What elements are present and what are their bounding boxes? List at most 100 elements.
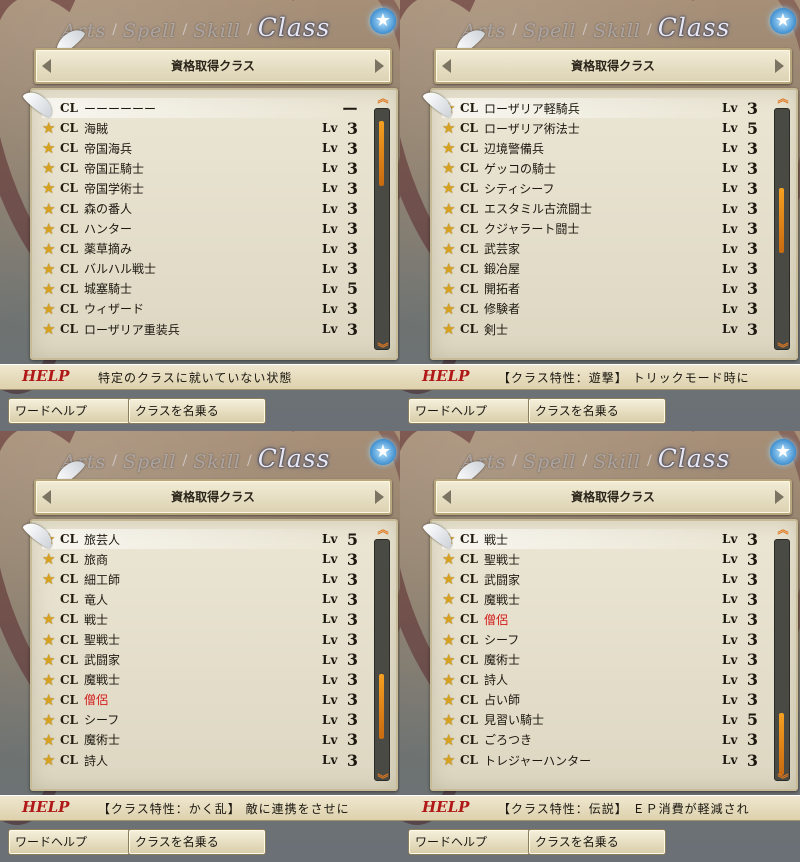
- category-header[interactable]: 資格取得クラス: [434, 479, 792, 515]
- class-row[interactable]: ★ CL シーフ Lv 3: [442, 629, 758, 649]
- class-row[interactable]: ★ CL 詩人 Lv 3: [42, 750, 358, 770]
- word-help-button[interactable]: ワードヘルプ: [408, 398, 530, 424]
- category-header[interactable]: 資格取得クラス: [434, 48, 792, 84]
- level-prefix: Lv: [722, 732, 738, 747]
- class-row[interactable]: ★ CL 武闘家 Lv 3: [442, 569, 758, 589]
- class-row[interactable]: ★ CL 城塞騎士 Lv 5: [42, 279, 358, 299]
- tab-skill[interactable]: Skill: [193, 20, 241, 42]
- scroll-thumb[interactable]: [379, 674, 384, 739]
- class-row[interactable]: ★ CL 剣士 Lv 3: [442, 319, 758, 339]
- class-row[interactable]: ★ CL 海賊 Lv 3: [42, 118, 358, 138]
- class-name-button[interactable]: クラスを名乗る: [128, 398, 266, 424]
- tab-skill[interactable]: Skill: [193, 451, 241, 473]
- scrollbar[interactable]: [774, 539, 790, 781]
- class-row[interactable]: ★ CL ごろつき Lv 3: [442, 730, 758, 750]
- class-row[interactable]: ★ CL クジャラート闘士 Lv 3: [442, 219, 758, 239]
- class-row[interactable]: ★ CL 魔術士 Lv 3: [42, 730, 358, 750]
- category-header[interactable]: 資格取得クラス: [34, 48, 392, 84]
- class-row[interactable]: ★ CL 修験者 Lv 3: [442, 299, 758, 319]
- class-row[interactable]: ★ CL シーフ Lv 3: [42, 710, 358, 730]
- level-prefix: Lv: [322, 672, 338, 687]
- class-row[interactable]: ★ CL ローザリア重装兵 Lv 3: [42, 319, 358, 339]
- class-row[interactable]: ★ CL エスタミル古流闘士 Lv 3: [442, 198, 758, 218]
- scroll-up-icon[interactable]: ︽: [374, 524, 392, 535]
- scroll-down-icon[interactable]: ︾: [774, 343, 792, 354]
- tab-spell[interactable]: Spell: [123, 451, 177, 473]
- tab-class[interactable]: Class: [258, 444, 331, 473]
- category-header[interactable]: 資格取得クラス: [34, 479, 392, 515]
- class-row[interactable]: ★ CL 辺境警備兵 Lv 3: [442, 138, 758, 158]
- class-row[interactable]: ★ CL ローザリア術法士 Lv 5: [442, 118, 758, 138]
- class-row[interactable]: ★ CL 見習い騎士 Lv 5: [442, 710, 758, 730]
- scroll-up-icon[interactable]: ︽: [774, 524, 792, 535]
- class-row[interactable]: ★ CL 占い師 Lv 3: [442, 690, 758, 710]
- class-row[interactable]: ★ CL 魔術士 Lv 3: [442, 650, 758, 670]
- cl-prefix: CL: [60, 753, 78, 768]
- class-row[interactable]: ★ CL 僧侶 Lv 3: [442, 609, 758, 629]
- class-row[interactable]: ★CL旅芸人Lv5: [42, 529, 358, 550]
- word-help-button[interactable]: ワードヘルプ: [408, 829, 530, 855]
- tab-spell[interactable]: Spell: [523, 20, 577, 42]
- scroll-down-icon[interactable]: ︾: [374, 343, 392, 354]
- arrow-right-icon[interactable]: [775, 59, 784, 73]
- scrollbar[interactable]: [374, 539, 390, 781]
- arrow-right-icon[interactable]: [775, 490, 784, 504]
- class-row[interactable]: ★ CL 薬草摘み Lv 3: [42, 239, 358, 259]
- class-row[interactable]: ★ CL ウィザード Lv 3: [42, 299, 358, 319]
- tab-class[interactable]: Class: [658, 444, 731, 473]
- scrollbar[interactable]: [774, 108, 790, 350]
- class-row[interactable]: ★ CL バルハル戦士 Lv 3: [42, 259, 358, 279]
- cl-prefix: CL: [60, 161, 78, 176]
- arrow-right-icon[interactable]: [375, 59, 384, 73]
- class-row[interactable]: ★ CL ゲッコの騎士 Lv 3: [442, 158, 758, 178]
- word-help-button[interactable]: ワードヘルプ: [8, 398, 130, 424]
- class-row[interactable]: ★ CL 武闘家 Lv 3: [42, 650, 358, 670]
- tab-spell[interactable]: Spell: [523, 451, 577, 473]
- class-name-button[interactable]: クラスを名乗る: [528, 398, 666, 424]
- help-label: HELP: [22, 367, 70, 385]
- scroll-thumb[interactable]: [379, 121, 384, 186]
- tab-class[interactable]: Class: [258, 13, 331, 42]
- class-row[interactable]: ★ CL 魔戦士 Lv 3: [442, 589, 758, 609]
- class-name-button[interactable]: クラスを名乗る: [128, 829, 266, 855]
- class-row[interactable]: ★ CL 帝国海兵 Lv 3: [42, 138, 358, 158]
- class-row[interactable]: ★ CL 魔戦士 Lv 3: [42, 670, 358, 690]
- class-row[interactable]: ★ CL 細工師 Lv 3: [42, 569, 358, 589]
- class-row[interactable]: ★ CL 帝国学術士 Lv 3: [42, 178, 358, 198]
- class-row[interactable]: ★ CL トレジャーハンター Lv 3: [442, 750, 758, 770]
- class-row[interactable]: ★ CL 僧侶 Lv 3: [42, 690, 358, 710]
- class-row[interactable]: ★ CL 開拓者 Lv 3: [442, 279, 758, 299]
- class-row[interactable]: CL 竜人 Lv 3: [42, 589, 358, 609]
- class-row[interactable]: ★ CL 森の番人 Lv 3: [42, 198, 358, 218]
- scroll-down-icon[interactable]: ︾: [374, 774, 392, 785]
- scrollbar[interactable]: [374, 108, 390, 350]
- class-row[interactable]: ★ CL ハンター Lv 3: [42, 219, 358, 239]
- scroll-thumb[interactable]: [779, 713, 784, 775]
- class-row[interactable]: ★ CL 武芸家 Lv 3: [442, 239, 758, 259]
- class-row[interactable]: ★CL戦士Lv3: [442, 529, 758, 550]
- tab-spell[interactable]: Spell: [123, 20, 177, 42]
- cl-prefix: CL: [460, 141, 478, 156]
- class-name: 僧侶: [84, 693, 109, 708]
- word-help-button[interactable]: ワードヘルプ: [8, 829, 130, 855]
- tab-skill[interactable]: Skill: [593, 20, 641, 42]
- class-name-button[interactable]: クラスを名乗る: [528, 829, 666, 855]
- tab-skill[interactable]: Skill: [593, 451, 641, 473]
- favorite-star-icon: ★: [42, 139, 56, 158]
- class-row[interactable]: ★CL戦士Lv3: [42, 609, 358, 629]
- class-row[interactable]: ★ CL 聖戦士 Lv 3: [442, 549, 758, 569]
- class-row[interactable]: ★ CL 聖戦士 Lv 3: [42, 629, 358, 649]
- class-row[interactable]: ★CLローザリア軽騎兵Lv3: [442, 98, 758, 119]
- class-row[interactable]: ★ CL 旅商 Lv 3: [42, 549, 358, 569]
- scroll-up-icon[interactable]: ︽: [774, 93, 792, 104]
- class-row[interactable]: ★ CL 詩人 Lv 3: [442, 670, 758, 690]
- class-row[interactable]: ★ CL 帝国正騎士 Lv 3: [42, 158, 358, 178]
- class-row[interactable]: CL ーーーーーーー: [42, 98, 358, 119]
- class-row[interactable]: ★ CL 鍛冶屋 Lv 3: [442, 259, 758, 279]
- scroll-down-icon[interactable]: ︾: [774, 774, 792, 785]
- arrow-right-icon[interactable]: [375, 490, 384, 504]
- scroll-thumb[interactable]: [779, 188, 784, 253]
- class-row[interactable]: ★ CL シティシーフ Lv 3: [442, 178, 758, 198]
- tab-class[interactable]: Class: [658, 13, 731, 42]
- scroll-up-icon[interactable]: ︽: [374, 93, 392, 104]
